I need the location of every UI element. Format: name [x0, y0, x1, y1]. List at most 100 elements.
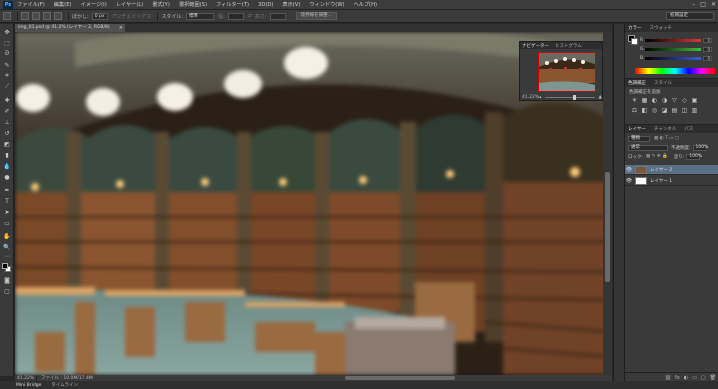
vertical-scrollbar[interactable] [603, 32, 612, 375]
tab-styles[interactable]: スタイル [654, 80, 672, 86]
visibility-eye-icon[interactable]: 👁 [625, 167, 633, 173]
lasso-tool-icon[interactable]: ᘐ [3, 50, 11, 58]
menu-window[interactable]: ウィンドウ(W) [309, 1, 344, 8]
navigator-thumbnail[interactable] [538, 52, 596, 92]
eyedropper-tool-icon[interactable]: ⟋ [3, 83, 11, 91]
green-value[interactable]: 0 [703, 46, 712, 52]
red-slider[interactable] [645, 38, 701, 42]
navigator-zoom-value[interactable]: 41.22% [522, 95, 539, 100]
opacity-input[interactable]: 100% [692, 144, 708, 151]
screen-mode-icon[interactable]: ▢ [3, 287, 11, 295]
black-white-icon[interactable]: ⚖ [631, 107, 638, 114]
layer-group-icon[interactable]: ▭ [692, 375, 697, 381]
pen-tool-icon[interactable]: ✒ [3, 186, 11, 194]
history-brush-icon[interactable]: ↺ [3, 129, 11, 137]
style-select[interactable]: 標準 [186, 12, 215, 20]
layer-name[interactable]: レイヤー 1 [650, 178, 672, 184]
menu-file[interactable]: ファイル(F) [17, 1, 45, 8]
tab-color[interactable]: カラー [628, 25, 642, 31]
zoom-in-icon[interactable]: ▲ [599, 95, 602, 100]
brightness-icon[interactable]: ☀ [631, 97, 638, 104]
exposure-icon[interactable]: ◑ [661, 97, 668, 104]
gradient-map-icon[interactable]: ▥ [691, 107, 698, 114]
swap-icon[interactable]: ⇄ [248, 13, 252, 19]
menu-filter[interactable]: フィルター(T) [216, 1, 249, 8]
green-slider[interactable] [645, 47, 701, 51]
move-tool-icon[interactable]: ✥ [3, 28, 11, 36]
menu-select[interactable]: 選択範囲(S) [179, 1, 207, 8]
vertical-scroll-thumb[interactable] [605, 172, 610, 282]
marquee-tool-icon[interactable]: ⬚ [3, 39, 11, 47]
layer-style-icon[interactable]: fx [675, 375, 680, 381]
more-tools-icon[interactable]: ⋯ [3, 252, 11, 260]
width-input[interactable] [227, 12, 244, 20]
zoom-level[interactable]: 41.22% [15, 375, 37, 381]
tab-mini-bridge[interactable]: Mini Bridge [16, 383, 41, 388]
menu-layer[interactable]: レイヤー(L) [116, 1, 144, 8]
subtract-selection-icon[interactable] [43, 12, 51, 20]
crop-tool-icon[interactable]: ⌗ [3, 72, 11, 80]
tab-layers[interactable]: レイヤー [628, 126, 646, 132]
new-layer-icon[interactable]: ▢ [701, 375, 706, 381]
tab-adjustments[interactable]: 色調補正 [628, 80, 646, 86]
stamp-tool-icon[interactable]: ⊥ [3, 118, 11, 126]
zoom-out-icon[interactable]: ▴ [539, 95, 541, 100]
close-tab-icon[interactable]: × [119, 24, 123, 32]
close-window-button[interactable]: ✕ [711, 0, 716, 10]
height-input[interactable] [269, 12, 286, 20]
blue-value[interactable]: 0 [703, 55, 712, 61]
antialias-checkbox[interactable]: アンチエイリアス [112, 13, 152, 20]
eraser-tool-icon[interactable]: ◩ [3, 140, 11, 148]
path-select-tool-icon[interactable]: ➤ [3, 208, 11, 216]
color-balance-icon[interactable]: ▣ [691, 97, 698, 104]
posterize-icon[interactable]: ▤ [671, 107, 678, 114]
workspace-select[interactable]: 初期設定 [666, 12, 714, 20]
threshold-icon[interactable]: ◫ [681, 107, 688, 114]
filter-icons[interactable]: ▦ ◐ T ▭ ▢ [654, 136, 679, 141]
lock-icons[interactable]: ▦ ✎ ✥ 🔒 [646, 154, 668, 159]
navigator-zoom-slider[interactable] [545, 94, 595, 100]
menu-view[interactable]: 表示(V) [282, 1, 300, 8]
menu-help[interactable]: ヘルプ(H) [353, 1, 377, 8]
add-selection-icon[interactable] [32, 12, 40, 20]
menu-edit[interactable]: 編集(E) [54, 1, 72, 8]
shape-tool-icon[interactable]: ▭ [3, 219, 11, 227]
healing-brush-icon[interactable]: ✚ [3, 96, 11, 104]
levels-icon[interactable]: ▦ [641, 97, 648, 104]
quick-select-tool-icon[interactable]: ✎ [3, 61, 11, 69]
tab-timeline[interactable]: タイムライン [51, 382, 78, 388]
link-layers-icon[interactable]: ⛓ [665, 375, 671, 381]
fill-input[interactable]: 100% [686, 153, 702, 160]
document-tab[interactable]: img_01.psd @ 41.2% (レイヤー 2, RGB/8) × [15, 24, 125, 32]
gradient-tool-icon[interactable]: ▮ [3, 151, 11, 159]
new-selection-icon[interactable] [21, 12, 29, 20]
tab-channels[interactable]: チャンネル [654, 126, 676, 132]
feather-input[interactable]: 0 px [91, 12, 108, 20]
layer-name[interactable]: レイヤー 2 [650, 167, 672, 173]
brush-tool-icon[interactable]: ✐ [3, 107, 11, 115]
hue-saturation-icon[interactable]: ◇ [681, 97, 688, 104]
navigator-zoom-knob[interactable] [573, 94, 577, 100]
dodge-tool-icon[interactable]: ● [3, 173, 11, 181]
color-spectrum[interactable] [635, 68, 715, 74]
intersect-selection-icon[interactable] [54, 12, 62, 20]
curves-icon[interactable]: ◐ [651, 97, 658, 104]
menu-3d[interactable]: 3D(D) [258, 2, 273, 8]
minimize-button[interactable]: – [692, 0, 695, 10]
red-value[interactable]: 0 [703, 37, 712, 43]
blue-slider[interactable] [645, 56, 701, 60]
blur-tool-icon[interactable]: 💧 [3, 162, 11, 170]
layer-row[interactable]: 👁 レイヤー 1 [625, 176, 718, 186]
quick-mask-icon[interactable]: ◙ [3, 276, 11, 284]
horizontal-scroll-thumb[interactable] [345, 376, 455, 380]
blend-mode-select[interactable]: 通常 [628, 144, 668, 151]
channel-mixer-icon[interactable]: ◎ [651, 107, 658, 114]
refine-edge-button[interactable]: 境界線を調整... [295, 12, 337, 20]
foreground-color-swatch[interactable] [2, 263, 8, 269]
marquee-tool-preset-icon[interactable] [3, 12, 11, 20]
adjustment-layer-icon[interactable]: ◐ [684, 375, 688, 381]
layer-row[interactable]: 👁 レイヤー 2 [625, 165, 718, 175]
photo-filter-icon[interactable]: ◧ [641, 107, 648, 114]
tab-paths[interactable]: パス [684, 126, 693, 132]
layer-filter-select[interactable]: 種類 [628, 135, 650, 142]
